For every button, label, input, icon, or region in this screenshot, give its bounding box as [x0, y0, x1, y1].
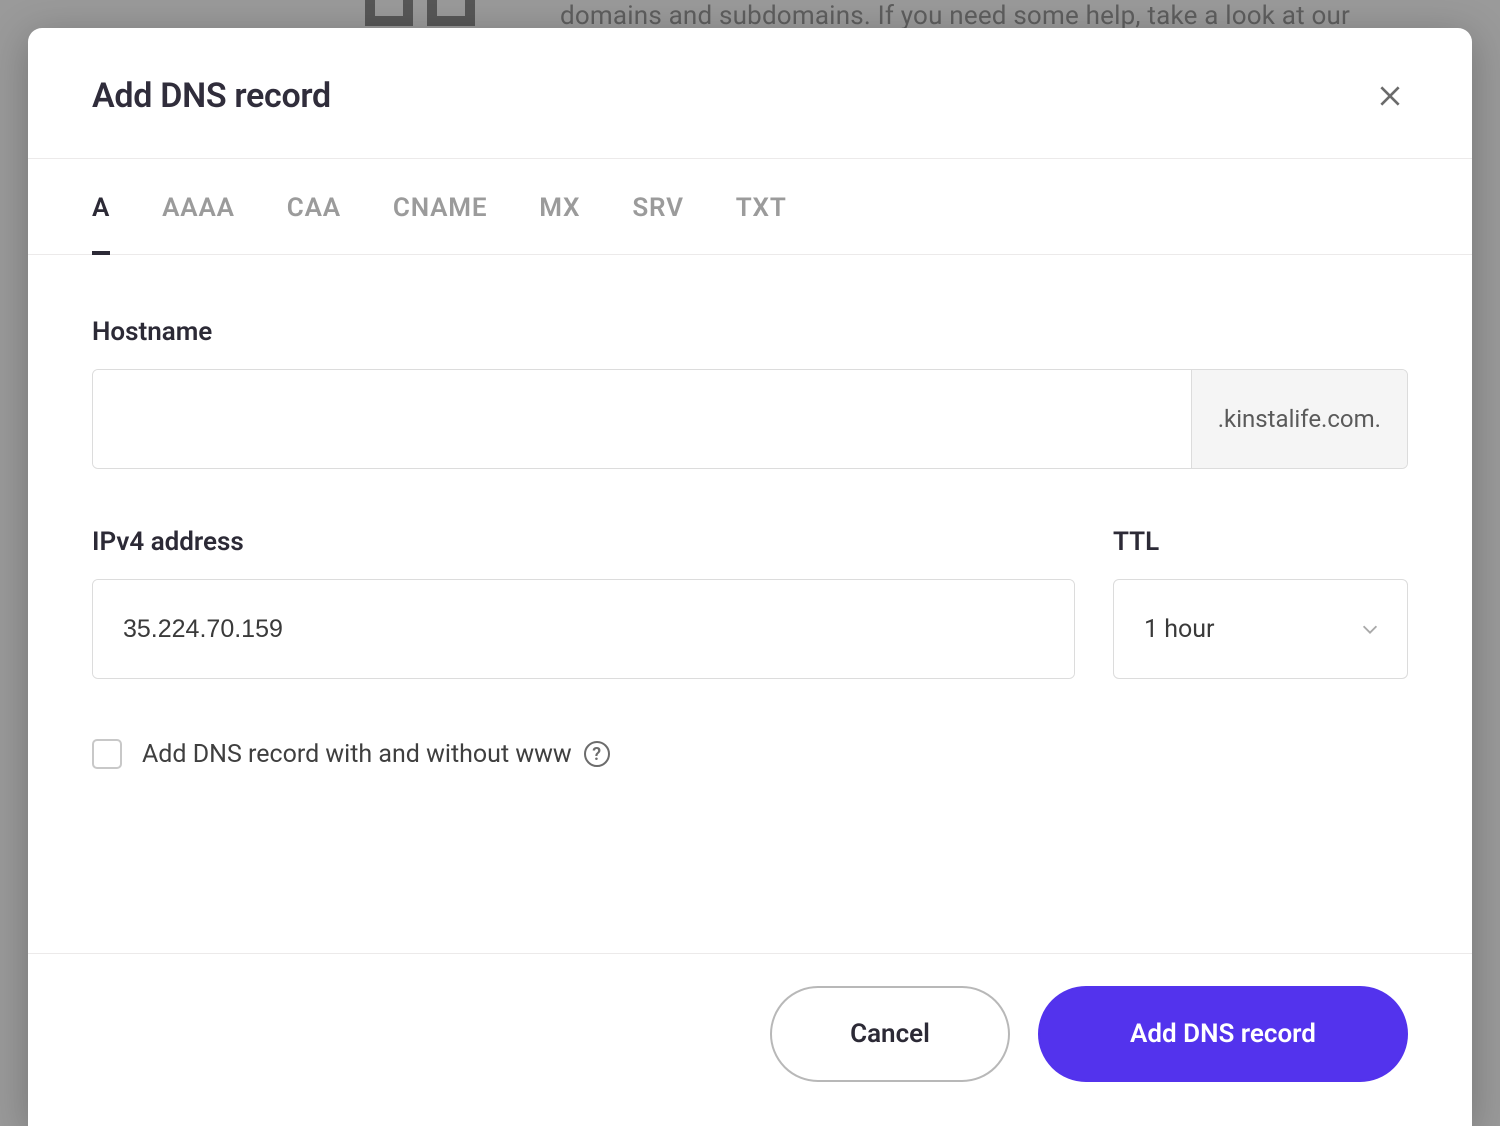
ipv4-input-wrap	[92, 579, 1075, 679]
close-button[interactable]	[1372, 78, 1408, 114]
hostname-suffix: .kinstalife.com.	[1191, 370, 1407, 468]
help-icon[interactable]: ?	[584, 741, 610, 767]
ipv4-field: IPv4 address	[92, 527, 1075, 679]
www-checkbox[interactable]	[92, 739, 122, 769]
close-icon	[1377, 83, 1403, 109]
hostname-input[interactable]	[93, 370, 1191, 468]
modal-footer: Cancel Add DNS record	[28, 953, 1472, 1126]
submit-button[interactable]: Add DNS record	[1038, 986, 1408, 1082]
chevron-down-icon	[1359, 618, 1381, 640]
backdrop-decoration	[365, 0, 485, 28]
ipv4-input[interactable]	[93, 580, 1074, 678]
ipv4-label: IPv4 address	[92, 527, 1075, 557]
cancel-button[interactable]: Cancel	[770, 986, 1010, 1082]
www-checkbox-label: Add DNS record with and without www ?	[142, 740, 610, 769]
hostname-input-wrap: .kinstalife.com.	[92, 369, 1408, 469]
tab-aaaa[interactable]: AAAA	[162, 159, 235, 255]
hostname-field: Hostname .kinstalife.com.	[92, 317, 1408, 469]
ttl-select[interactable]: 1 hour	[1113, 579, 1408, 679]
modal-title: Add DNS record	[92, 76, 331, 116]
ttl-value: 1 hour	[1144, 615, 1215, 644]
tab-mx[interactable]: MX	[539, 159, 580, 255]
ttl-label: TTL	[1113, 527, 1408, 557]
www-checkbox-row: Add DNS record with and without www ?	[92, 739, 1408, 769]
www-checkbox-text: Add DNS record with and without www	[142, 740, 572, 769]
tab-a[interactable]: A	[92, 159, 110, 255]
tab-srv[interactable]: SRV	[632, 159, 683, 255]
add-dns-record-modal: Add DNS record A AAAA CAA CNAME MX SRV T…	[28, 28, 1472, 1126]
tab-caa[interactable]: CAA	[287, 159, 341, 255]
backdrop-text: domains and subdomains. If you need some…	[560, 1, 1350, 31]
modal-header: Add DNS record	[28, 28, 1472, 159]
hostname-label: Hostname	[92, 317, 1408, 347]
ttl-field: TTL 1 hour	[1113, 527, 1408, 679]
record-type-tabs: A AAAA CAA CNAME MX SRV TXT	[28, 159, 1472, 255]
tab-txt[interactable]: TXT	[736, 159, 787, 255]
modal-body: Hostname .kinstalife.com. IPv4 address T…	[28, 255, 1472, 953]
tab-cname[interactable]: CNAME	[393, 159, 487, 255]
